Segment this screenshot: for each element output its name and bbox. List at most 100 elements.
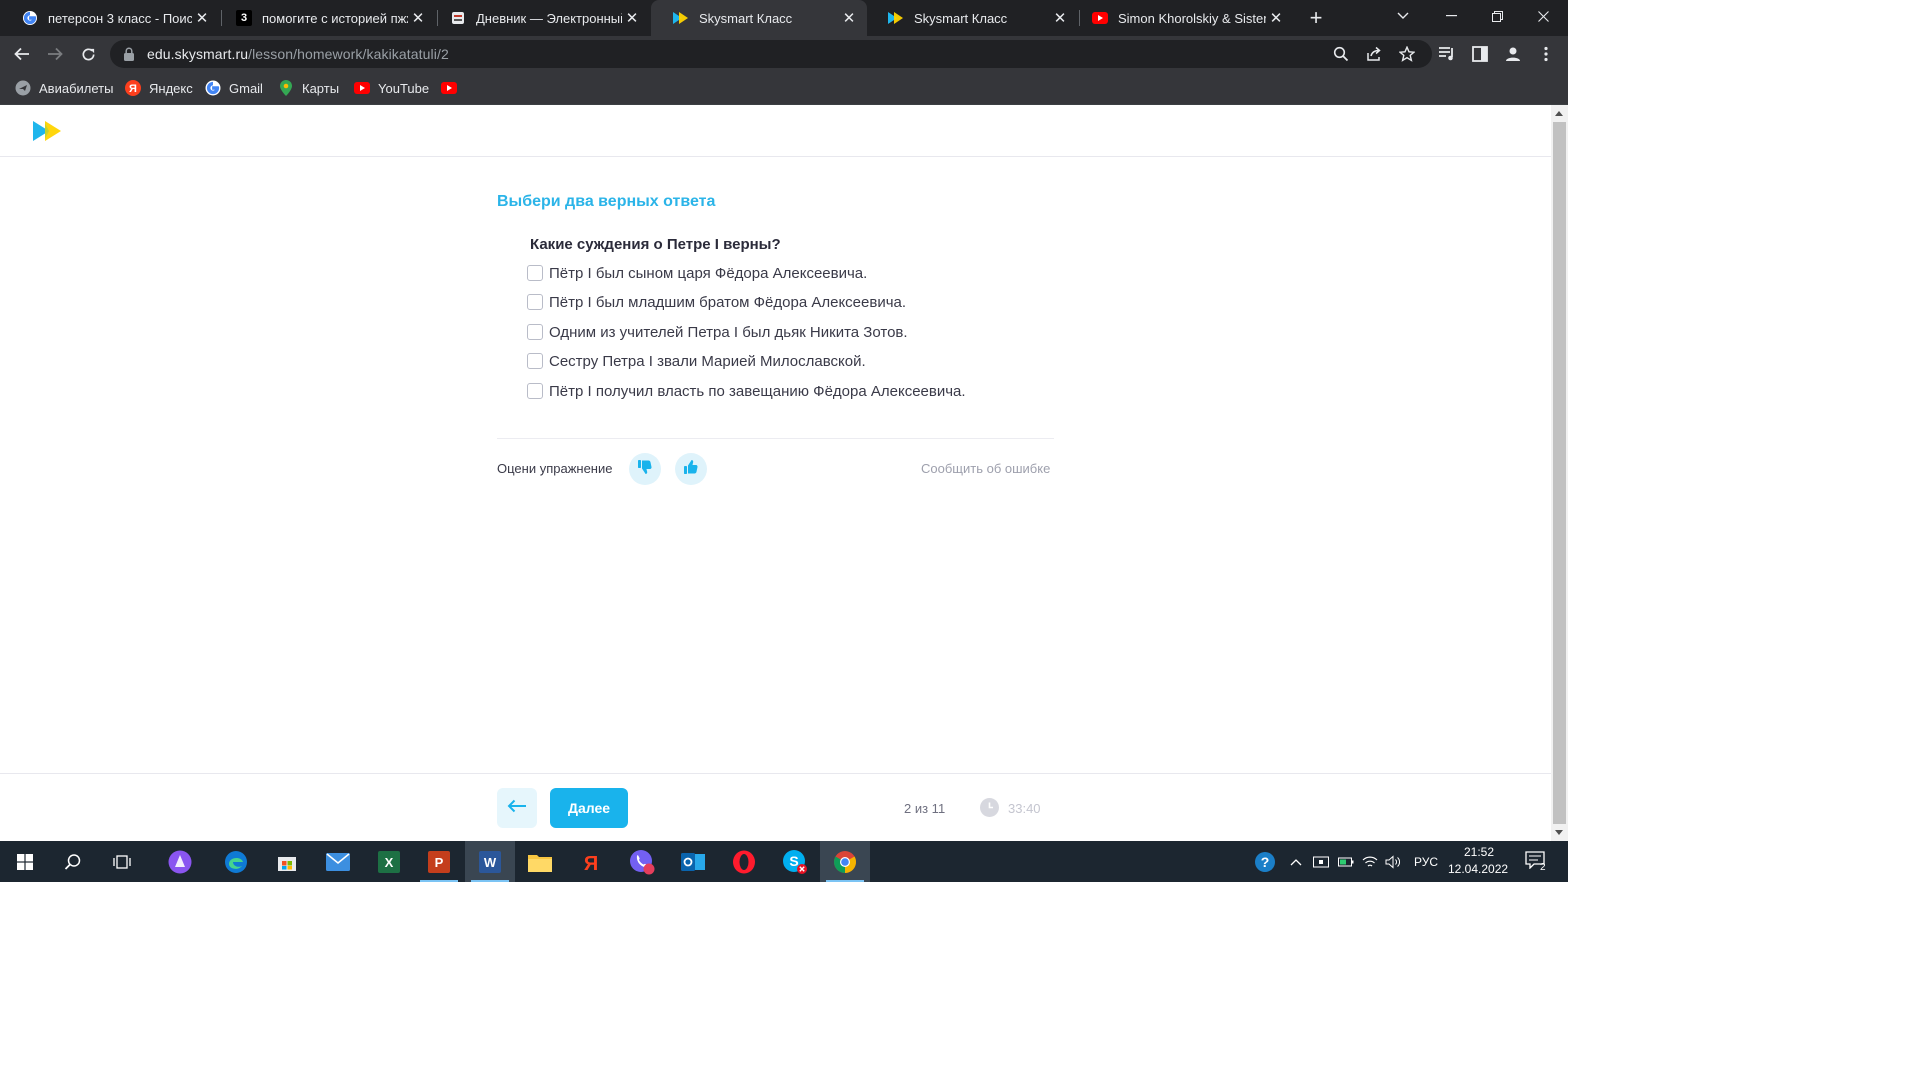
close-tab-icon[interactable]: ✕ [1050,9,1070,27]
bookmark-gmail[interactable]: Gmail [205,78,263,98]
bookmark-youtube[interactable]: YouTube [354,78,429,98]
back-icon[interactable] [8,40,36,68]
help-icon[interactable]: ? [1254,841,1276,882]
forward-icon[interactable] [41,40,69,68]
zoom-icon[interactable] [1333,46,1349,62]
address-bar[interactable]: edu.skysmart.ru/lesson/homework/kakikata… [110,40,1432,68]
page-scrollbar[interactable] [1551,105,1568,841]
answer-checkbox[interactable] [527,324,543,340]
new-tab-button[interactable]: + [1304,0,1328,36]
start-icon[interactable] [0,841,50,882]
close-window-button[interactable] [1520,0,1566,32]
minimize-button[interactable] [1428,0,1474,32]
share-icon[interactable] [1366,46,1382,62]
thumbs-down-button[interactable] [629,453,661,485]
reload-icon[interactable] [74,40,102,68]
lock-icon[interactable] [123,47,135,61]
word-icon[interactable]: W [465,841,515,882]
close-tab-icon[interactable]: ✕ [839,9,859,27]
edge-icon[interactable] [211,841,261,882]
bookmark-aviabilety[interactable]: Авиабилеты [15,78,113,98]
progress-counter: 2 из 11 [904,801,946,816]
answer-option-5[interactable]: Пётр I получил власть по завещанию Фёдор… [527,381,966,401]
bookmark-maps[interactable]: Карты [278,78,339,98]
answer-checkbox[interactable] [527,265,543,281]
answer-text: Пётр I был младшим братом Фёдора Алексее… [549,293,907,311]
close-tab-icon[interactable]: ✕ [192,9,212,27]
powerpoint-icon[interactable]: P [414,841,464,882]
google-icon [205,80,221,96]
skysmart-logo[interactable] [33,121,63,141]
browser-tab-5[interactable]: Skysmart Класс ✕ [866,0,1078,36]
alice-icon[interactable] [155,841,205,882]
answer-option-3[interactable]: Одним из учителей Петра I был дьяк Никит… [527,322,908,342]
browser-tab-6[interactable]: Simon Khorolskiy & Sisters ✕ [1070,0,1294,36]
menu-icon[interactable] [1537,45,1555,63]
bookmark-label: Gmail [229,80,263,96]
bookmark-star-icon[interactable] [1398,45,1416,62]
scroll-up-icon[interactable] [1555,111,1563,116]
browser-tab-1[interactable]: петерсон 3 класс - Поиск в ✕ [0,0,220,36]
battery-icon[interactable] [1338,841,1354,882]
divider [497,438,1054,439]
language-indicator[interactable]: РУС [1414,841,1438,882]
task-view-icon[interactable] [97,841,147,882]
chevron-up-icon[interactable] [1290,841,1302,882]
side-panel-icon[interactable] [1471,45,1489,63]
thumbs-up-button[interactable] [675,453,707,485]
browser-tab-3[interactable]: Дневник — Электронный д ✕ [428,0,650,36]
maps-icon [278,80,294,96]
svg-text:P: P [435,855,444,870]
next-button[interactable]: Далее [550,788,628,828]
youtube-icon [354,80,370,96]
running-indicator [420,880,458,882]
previous-button[interactable] [497,788,537,828]
answer-option-4[interactable]: Сестру Петра I звали Марией Милославской… [527,351,866,371]
search-icon[interactable] [48,841,98,882]
svg-text:Я: Я [129,83,137,95]
timer: 33:40 [1008,801,1041,816]
outlook-icon[interactable] [668,841,718,882]
viber-icon[interactable] [617,841,667,882]
explorer-icon[interactable] [515,841,565,882]
answer-checkbox[interactable] [527,294,543,310]
lesson-footer: Далее 2 из 11 33:40 [0,773,1551,841]
answer-option-1[interactable]: Пётр I был сыном царя Фёдора Алексеевича… [527,263,867,283]
screen-icon[interactable] [1313,841,1329,882]
notification-center[interactable]: 2 [1525,841,1546,882]
taskbar-clock[interactable]: 21:52 12.04.2022 [1448,844,1508,878]
yandex-browser-icon[interactable]: Я [566,841,616,882]
chrome-icon[interactable] [820,841,870,882]
restore-button[interactable] [1474,0,1520,32]
answer-option-2[interactable]: Пётр I был младшим братом Фёдора Алексее… [527,292,906,312]
answer-checkbox[interactable] [527,353,543,369]
tab-title: петерсон 3 класс - Поиск в [48,10,192,26]
bookmark-yandex[interactable]: Я Яндекс [125,78,193,98]
wifi-icon[interactable] [1362,841,1378,882]
skysmart-icon [673,10,689,26]
bookmark-youtube-2[interactable] [441,78,465,98]
bookmark-label: Авиабилеты [39,80,114,96]
running-indicator [471,880,509,882]
close-tab-icon[interactable]: ✕ [622,9,642,27]
opera-icon[interactable] [719,841,769,882]
answer-checkbox[interactable] [527,383,543,399]
close-tab-icon[interactable]: ✕ [1266,9,1286,27]
media-control-icon[interactable] [1438,45,1456,63]
scroll-down-icon[interactable] [1555,830,1563,835]
skype-icon[interactable]: S [770,841,820,882]
profile-icon[interactable] [1504,45,1522,63]
tab-title: Skysmart Класс [914,10,1008,26]
scrollbar-thumb[interactable] [1553,122,1566,824]
store-icon[interactable] [262,841,312,882]
volume-icon[interactable] [1385,841,1401,882]
excel-icon[interactable]: X [364,841,414,882]
browser-tab-4[interactable]: Skysmart Класс ✕ [651,0,867,36]
close-tab-icon[interactable]: ✕ [408,9,428,27]
mail-icon[interactable] [313,841,363,882]
browser-tab-2[interactable]: 3 помогите с историей пжж ✕ [214,0,436,36]
diary-icon [450,10,466,26]
tab-search-button[interactable] [1380,0,1426,32]
report-error-link[interactable]: Сообщить об ошибке [921,461,1050,476]
svg-text:?: ? [1261,854,1270,870]
